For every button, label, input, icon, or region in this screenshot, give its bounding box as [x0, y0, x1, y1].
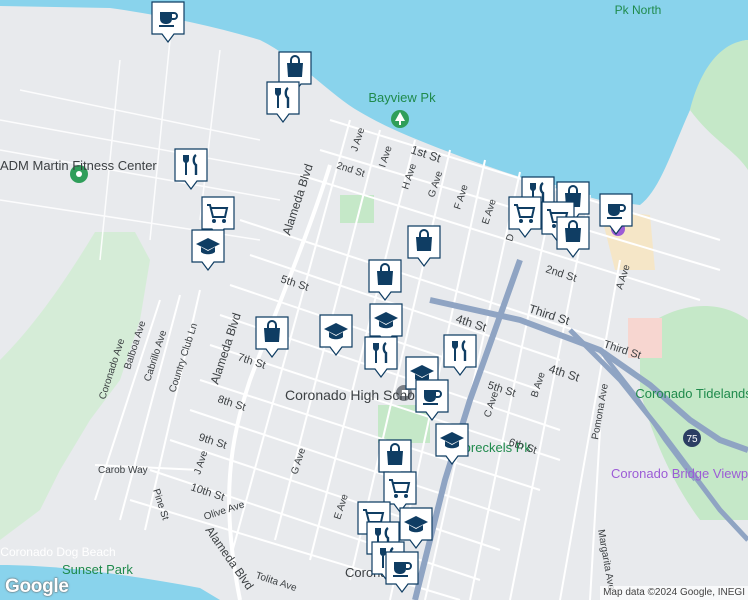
shopping-pin[interactable] [367, 258, 403, 302]
shopping-pin[interactable] [406, 224, 442, 268]
school-pin[interactable] [318, 313, 354, 357]
restaurant-pin[interactable] [173, 147, 209, 191]
shopping-pin[interactable] [254, 315, 290, 359]
graduation-cap-icon [319, 314, 353, 356]
hwy-75-label: 75 [686, 434, 698, 445]
fork-knife-icon [364, 336, 398, 378]
fork-knife-icon [174, 148, 208, 190]
label-sunset-park: Sunset Park [62, 562, 133, 577]
cafe-pin[interactable] [384, 550, 420, 594]
map-canvas[interactable]: 75 Bayview Pk Pk North ADM Martin Fitnes… [0, 0, 748, 600]
shopping-bag-icon [407, 225, 441, 267]
graduation-cap-icon [435, 423, 469, 465]
cafe-pin[interactable] [150, 0, 186, 44]
school-pin[interactable] [190, 228, 226, 272]
graduation-cap-icon [191, 229, 225, 271]
shopping-pin[interactable] [555, 215, 591, 259]
coffee-cup-icon [415, 379, 449, 421]
map-attribution[interactable]: Map data ©2024 Google, INEGI [600, 586, 748, 600]
label-pk-north: Pk North [615, 3, 662, 17]
fork-knife-icon [266, 81, 300, 123]
fork-knife-icon [443, 334, 477, 376]
shopping-bag-icon [368, 259, 402, 301]
school-pin[interactable] [434, 422, 470, 466]
label-coronado-dog-beach: Coronado Dog Beach [0, 545, 115, 559]
shopping-bag-icon [556, 216, 590, 258]
shopping-bag-icon [255, 316, 289, 358]
cafe-pin[interactable] [414, 378, 450, 422]
coffee-cup-icon [599, 193, 633, 235]
label-tidelands-pk: Coronado Tidelands Pk [635, 386, 748, 401]
label-bayview-pk: Bayview Pk [368, 90, 436, 105]
restaurant-pin[interactable] [363, 335, 399, 379]
restaurant-pin[interactable] [442, 333, 478, 377]
label-carob-way: Carob Way [98, 465, 148, 476]
google-logo: Google [5, 576, 69, 597]
coffee-cup-icon [385, 551, 419, 593]
shopping-cart-icon [508, 196, 542, 238]
cafe-pin[interactable] [598, 192, 634, 236]
grocery-pin[interactable] [507, 195, 543, 239]
restaurant-pin[interactable] [265, 80, 301, 124]
park-marker-icon [391, 110, 409, 128]
coffee-cup-icon [151, 1, 185, 43]
highway-75-shield-icon: 75 [683, 429, 701, 447]
label-bridge-viewpoint: Coronado Bridge Viewpoint [611, 466, 748, 481]
label-martin-center: ADM Martin Fitness Center [0, 158, 157, 173]
